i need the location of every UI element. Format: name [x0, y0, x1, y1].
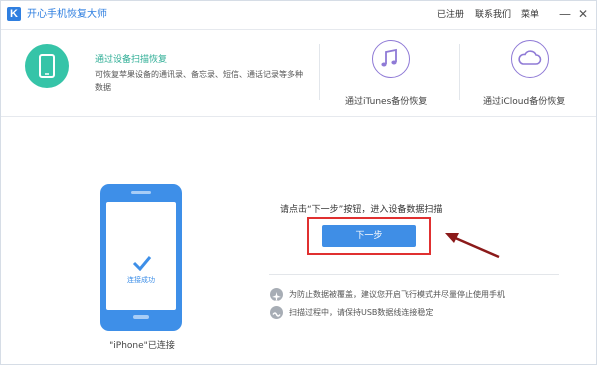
registered-link[interactable]: 已注册 [437, 9, 464, 21]
divider [459, 44, 460, 100]
title-bar: K 开心手机恢复大师 已注册 联系我们 菜单 — ✕ [1, 1, 596, 30]
next-step-button[interactable]: 下一步 [322, 225, 416, 247]
app-title: 开心手机恢复大师 [27, 9, 107, 20]
pointer-arrow-icon [445, 233, 500, 259]
contact-us-link[interactable]: 联系我们 [475, 9, 511, 21]
airplane-icon [270, 288, 283, 301]
mode-icloud-backup[interactable]: 通过iCloud备份恢复 [481, 36, 591, 110]
device-connected-caption: "iPhone"已连接 [109, 341, 175, 351]
tip-text: 扫描过程中，请保持USB数据线连接稳定 [289, 308, 434, 317]
close-button[interactable]: ✕ [575, 6, 591, 22]
mode-itunes-backup[interactable]: 通过iTunes备份恢复 [341, 36, 441, 110]
instruction-text: 请点击“下一步”按钮，进入设备数据扫描 [280, 205, 443, 215]
music-note-icon [372, 40, 410, 78]
mode-device-description: 可恢复苹果设备的通讯录、备忘录、短信、通话记录等多种数据 [95, 70, 303, 92]
checkmark-icon [132, 256, 152, 271]
mode-itunes-label: 通过iTunes备份恢复 [345, 97, 428, 107]
app-logo-icon: K [7, 7, 21, 21]
phone-speaker [131, 191, 151, 194]
recovery-mode-bar: 通过设备扫描恢复 可恢复苹果设备的通讯录、备忘录、短信、通话记录等多种数据 通过… [1, 30, 596, 117]
usb-icon [270, 306, 283, 319]
minimize-button[interactable]: — [557, 6, 573, 22]
tip-text: 为防止数据被覆盖，建议您开启飞行模式并尽量停止使用手机 [289, 290, 505, 299]
menu-link[interactable]: 菜单 [521, 9, 539, 21]
app-window: K 开心手机恢复大师 已注册 联系我们 菜单 — ✕ 通过设备扫描恢复 可恢复苹… [0, 0, 597, 365]
cloud-icon [511, 40, 549, 78]
phone-home-button [133, 315, 149, 319]
phone-icon [25, 44, 69, 88]
divider [269, 274, 559, 275]
mode-device-title: 通过设备扫描恢复 [95, 55, 168, 65]
phone-screen: 连接成功 [106, 202, 176, 310]
divider [319, 44, 320, 100]
connection-status: 连接成功 [127, 276, 155, 284]
mode-icloud-label: 通过iCloud备份恢复 [483, 97, 566, 107]
mode-device-scan[interactable]: 通过设备扫描恢复 可恢复苹果设备的通讯录、备忘录、短信、通话记录等多种数据 [11, 34, 311, 108]
iphone-illustration: 连接成功 [100, 184, 182, 331]
